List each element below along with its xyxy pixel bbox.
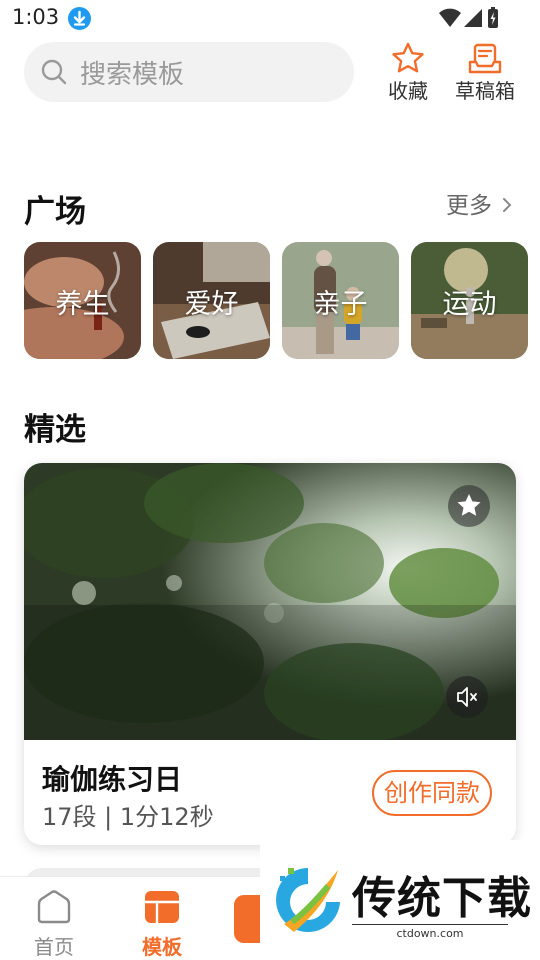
search-placeholder: 搜索模板 (80, 60, 185, 90)
nav-home[interactable]: 首页 (14, 889, 94, 960)
status-icons (438, 6, 500, 32)
category-tile-sports[interactable]: 运动 (411, 242, 528, 359)
square-section-title: 广场 (24, 194, 86, 230)
status-time: 1:03 (12, 5, 60, 29)
category-row: 养生 爱好 亲子 运动 (24, 242, 528, 360)
watermark: 传统下载 ctdown.com (260, 840, 540, 960)
nav-templates-label: 模板 (142, 935, 182, 959)
more-link[interactable]: 更多 (446, 186, 512, 220)
favorite-template-button[interactable] (448, 485, 490, 527)
nav-templates[interactable]: 模板 (122, 889, 202, 960)
search-icon (41, 59, 67, 85)
category-tile-parenting[interactable]: 亲子 (282, 242, 399, 359)
status-bar: 1:03 (0, 0, 540, 38)
home-icon (37, 890, 71, 924)
signal-icon (464, 9, 482, 27)
battery-icon (488, 7, 498, 28)
download-icon (68, 7, 91, 30)
watermark-text: 传统下载 (352, 873, 532, 924)
more-label: 更多 (446, 193, 492, 219)
category-tile-hobby[interactable]: 爱好 (153, 242, 270, 359)
category-label: 爱好 (184, 289, 239, 320)
search-input[interactable]: 搜索模板 (24, 42, 354, 102)
watermark-logo (276, 868, 340, 932)
category-label: 养生 (55, 289, 110, 320)
mute-button[interactable] (446, 676, 488, 718)
template-icon (145, 891, 179, 923)
nav-home-label: 首页 (34, 935, 74, 959)
star-icon (457, 494, 481, 516)
video-preview[interactable] (24, 463, 516, 740)
featured-template-card[interactable]: 瑜伽练习日 17段 | 1分12秒 创作同款 (24, 463, 516, 845)
draft-box-icon (468, 43, 502, 74)
watermark-url: ctdown.com (352, 924, 508, 940)
favorites-button[interactable]: 收藏 (372, 40, 444, 104)
video-thumbnail (24, 463, 516, 740)
drafts-button[interactable]: 草稿箱 (449, 40, 521, 104)
category-label: 亲子 (313, 289, 368, 320)
chevron-right-icon (502, 193, 512, 219)
favorites-label: 收藏 (388, 79, 428, 103)
featured-section-title: 精选 (24, 412, 86, 448)
template-title: 瑜伽练习日 (42, 763, 183, 796)
star-icon (392, 42, 424, 73)
category-label: 运动 (442, 289, 497, 320)
drafts-label: 草稿箱 (455, 79, 515, 103)
create-same-button[interactable]: 创作同款 (372, 770, 492, 816)
template-meta: 17段 | 1分12秒 (42, 803, 214, 831)
mute-icon (457, 687, 477, 707)
category-tile-health[interactable]: 养生 (24, 242, 141, 359)
wifi-icon (439, 8, 461, 27)
